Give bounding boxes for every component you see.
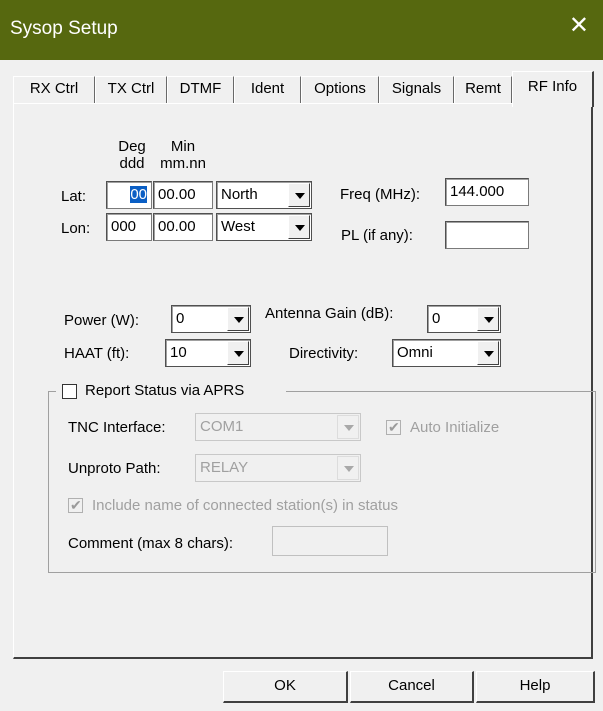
lat-label: Lat: — [61, 188, 87, 205]
tab-tx-ctrl[interactable]: TX Ctrl — [95, 76, 167, 104]
lon-deg-field[interactable]: 000 — [106, 213, 152, 241]
tab-signals[interactable]: Signals — [379, 76, 454, 104]
chevron-down-icon[interactable] — [477, 307, 499, 331]
min-header: Min — [170, 138, 196, 155]
tnc-interface-label: TNC Interface: — [68, 419, 166, 436]
lon-label: Lon: — [61, 220, 91, 237]
chevron-down-icon[interactable] — [227, 307, 249, 331]
include-name-checkbox[interactable]: ✔ — [68, 497, 83, 513]
unproto-path-value: RELAY — [200, 459, 249, 476]
power-value: 0 — [176, 310, 185, 327]
tab-ident[interactable]: Ident — [234, 76, 301, 104]
tab-remt[interactable]: Remt — [454, 76, 512, 104]
checkmark-icon: ✔ — [388, 419, 400, 435]
freq-field[interactable]: 144.000 — [445, 178, 529, 206]
directivity-value: Omni — [397, 344, 433, 361]
pl-label: PL (if any): — [341, 227, 413, 244]
power-label: Power (W): — [64, 312, 139, 329]
close-icon[interactable]: ✕ — [569, 14, 589, 38]
tab-rx-ctrl[interactable]: RX Ctrl — [13, 76, 95, 104]
lat-min-field[interactable]: 00.00 — [153, 181, 213, 209]
tab-options[interactable]: Options — [301, 76, 379, 104]
ok-button[interactable]: OK — [223, 671, 348, 703]
report-status-label[interactable]: Report Status via APRS — [85, 382, 244, 400]
chevron-down-icon[interactable] — [227, 341, 249, 365]
lon-hemisphere-select[interactable]: West — [216, 213, 312, 241]
lat-deg-field[interactable]: 00 — [106, 181, 152, 209]
deg-header: Deg — [118, 138, 146, 155]
comment-field[interactable] — [272, 526, 388, 556]
chevron-down-icon[interactable] — [477, 341, 499, 365]
haat-label: HAAT (ft): — [64, 345, 130, 362]
comment-label: Comment (max 8 chars): — [68, 535, 234, 552]
unproto-path-select[interactable]: RELAY — [195, 454, 361, 482]
aprs-group-caption[interactable]: Report Status via APRS — [56, 381, 286, 401]
antenna-gain-label: Antenna Gain (dB): — [265, 305, 394, 322]
deg-format-header: ddd — [119, 155, 145, 172]
checkmark-icon: ✔ — [70, 497, 82, 513]
lat-hemisphere-value: North — [221, 186, 258, 203]
help-button[interactable]: Help — [476, 671, 595, 703]
min-format-header: mm.nn — [160, 155, 206, 172]
directivity-select[interactable]: Omni — [392, 339, 501, 367]
tnc-interface-select[interactable]: COM1 — [195, 413, 361, 441]
chevron-down-icon[interactable] — [337, 456, 359, 480]
power-select[interactable]: 0 — [171, 305, 251, 333]
tnc-interface-value: COM1 — [200, 418, 244, 435]
window-title: Sysop Setup — [10, 18, 118, 39]
unproto-path-label: Unproto Path: — [68, 460, 161, 477]
chevron-down-icon[interactable] — [337, 415, 359, 439]
tab-rf-info[interactable]: RF Info — [512, 71, 594, 107]
antenna-gain-value: 0 — [432, 310, 441, 327]
chevron-down-icon[interactable] — [288, 215, 310, 239]
directivity-label: Directivity: — [289, 345, 359, 362]
auto-initialize-checkbox[interactable]: ✔ — [386, 419, 401, 435]
freq-label: Freq (MHz): — [340, 186, 420, 203]
antenna-gain-select[interactable]: 0 — [427, 305, 501, 333]
pl-field[interactable] — [445, 221, 529, 249]
title-bar: Sysop Setup ✕ — [0, 0, 603, 60]
cancel-button[interactable]: Cancel — [350, 671, 474, 703]
chevron-down-icon[interactable] — [288, 183, 310, 207]
report-status-checkbox[interactable] — [62, 384, 77, 399]
lon-hemisphere-value: West — [221, 218, 255, 235]
haat-value: 10 — [170, 344, 187, 361]
lat-hemisphere-select[interactable]: North — [216, 181, 312, 209]
auto-initialize-label[interactable]: Auto Initialize — [410, 419, 499, 437]
haat-select[interactable]: 10 — [165, 339, 251, 367]
lat-deg-value: 00 — [130, 186, 147, 203]
tab-dtmf[interactable]: DTMF — [167, 76, 234, 104]
lon-min-field[interactable]: 00.00 — [153, 213, 213, 241]
include-name-label[interactable]: Include name of connected station(s) in … — [92, 497, 398, 515]
